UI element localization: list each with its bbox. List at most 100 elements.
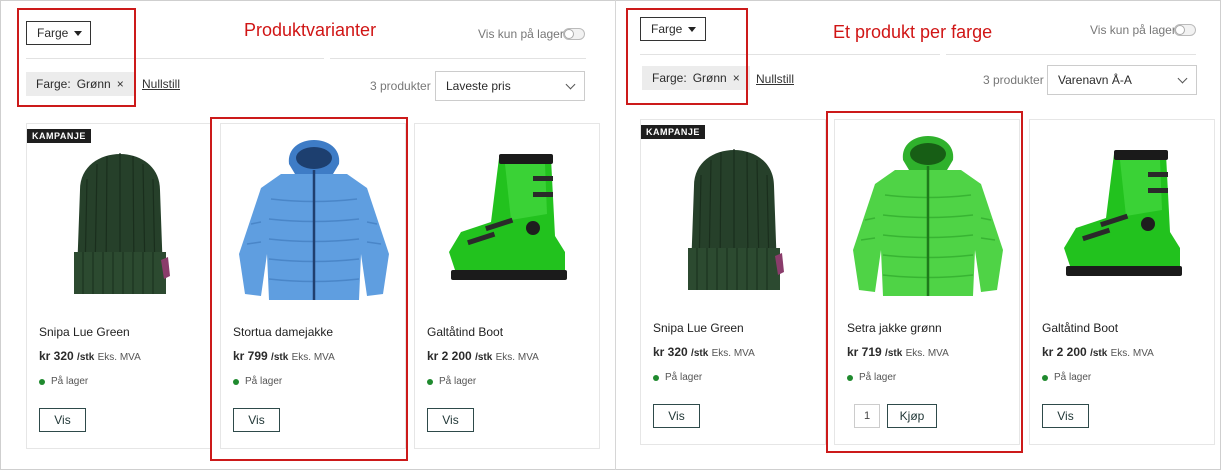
price-vat: Eks. MVA [905, 348, 949, 359]
stock-text: På lager [665, 372, 703, 383]
chevron-down-icon [1177, 73, 1188, 84]
product-price: kr 320 /stk Eks. MVA [39, 349, 141, 363]
product-price: kr 719 /stk Eks. MVA [847, 345, 949, 359]
in-stock-dot-icon [39, 378, 45, 385]
close-icon[interactable]: × [117, 77, 124, 91]
product-name[interactable]: Stortua damejakke [233, 325, 333, 339]
product-card[interactable]: Stortua damejakke kr 799 /stk Eks. MVA P… [220, 123, 406, 449]
product-image[interactable] [835, 120, 1021, 310]
toggle-knob [1175, 25, 1185, 35]
stock-text: På lager [51, 376, 89, 387]
product-price: kr 2 200 /stk Eks. MVA [427, 349, 539, 363]
stock-status: På lager [39, 376, 88, 387]
stock-text: På lager [439, 376, 477, 387]
price-unit: /stk [691, 348, 709, 359]
view-button[interactable]: Vis [653, 404, 700, 428]
filter-divider [946, 54, 1196, 55]
product-name[interactable]: Galtåtind Boot [427, 325, 503, 339]
product-image[interactable] [1030, 120, 1216, 310]
chip-label: Farge: [36, 77, 71, 91]
sort-select[interactable]: Laveste pris [435, 71, 585, 101]
stock-status: På lager [653, 372, 702, 383]
in-stock-dot-icon [653, 374, 659, 381]
product-card[interactable]: KAMPANJE Snipa Lue Green kr 320 /stk Eks… [26, 123, 212, 449]
filter-divider [640, 54, 940, 55]
annotation-title: Produktvarianter [244, 20, 377, 40]
campaign-badge: KAMPANJE [27, 129, 91, 143]
view-button[interactable]: Vis [39, 408, 86, 432]
reset-filters-link[interactable]: Nullstill [142, 77, 180, 91]
panel-one-product-per-color: Farge Et produkt per farge Vis kun på la… [616, 0, 1221, 470]
price-amount: kr 320 [39, 349, 74, 363]
active-filter-chip: Farge: Grønn × [642, 66, 750, 90]
quantity-input[interactable]: 1 [854, 404, 880, 428]
product-image[interactable] [415, 124, 601, 314]
price-vat: Eks. MVA [495, 352, 539, 363]
in-stock-toggle-label: Vis kun på lager [478, 27, 564, 41]
product-image[interactable] [641, 120, 827, 310]
chevron-down-icon [565, 79, 576, 90]
price-vat: Eks. MVA [291, 352, 335, 363]
price-vat: Eks. MVA [1110, 348, 1154, 359]
view-button[interactable]: Vis [1042, 404, 1089, 428]
price-amount: kr 2 200 [1042, 345, 1087, 359]
stock-status: På lager [1042, 372, 1091, 383]
view-button[interactable]: Vis [233, 408, 280, 432]
price-vat: Eks. MVA [711, 348, 755, 359]
color-filter-button[interactable]: Farge [26, 21, 91, 45]
in-stock-dot-icon [427, 378, 433, 385]
product-name[interactable]: Snipa Lue Green [39, 325, 130, 339]
annotation-title: Et produkt per farge [833, 22, 993, 42]
price-amount: kr 2 200 [427, 349, 472, 363]
sort-value: Laveste pris [446, 79, 511, 93]
price-unit: /stk [271, 352, 289, 363]
reset-filters-link[interactable]: Nullstill [756, 72, 794, 86]
product-image[interactable] [221, 124, 407, 314]
stock-status: På lager [847, 372, 896, 383]
price-unit: /stk [885, 348, 903, 359]
in-stock-dot-icon [233, 378, 239, 385]
product-card[interactable]: Galtåtind Boot kr 2 200 /stk Eks. MVA På… [1029, 119, 1215, 445]
sort-select[interactable]: Varenavn Å-A [1047, 65, 1197, 95]
price-unit: /stk [475, 352, 493, 363]
active-filter-chip: Farge: Grønn × [26, 72, 134, 96]
price-amount: kr 719 [847, 345, 882, 359]
caret-down-icon [74, 30, 83, 36]
price-unit: /stk [1090, 348, 1108, 359]
color-filter-button[interactable]: Farge [640, 17, 706, 41]
product-count: 3 produkter [370, 79, 431, 93]
in-stock-toggle[interactable] [1174, 24, 1196, 36]
in-stock-toggle-label: Vis kun på lager [1090, 23, 1176, 37]
product-card[interactable]: Setra jakke grønn kr 719 /stk Eks. MVA P… [834, 119, 1020, 445]
product-image[interactable] [27, 124, 213, 314]
close-icon[interactable]: × [733, 71, 740, 85]
sort-value: Varenavn Å-A [1058, 73, 1132, 87]
stock-status: På lager [233, 376, 282, 387]
product-card[interactable]: KAMPANJE Snipa Lue Green kr 320 /stk Eks… [640, 119, 826, 445]
panel-product-variants: Farge Produktvarianter Vis kun på lager … [0, 0, 615, 470]
product-price: kr 799 /stk Eks. MVA [233, 349, 335, 363]
chip-value: Grønn [76, 77, 111, 91]
view-button[interactable]: Vis [427, 408, 474, 432]
stock-text: På lager [859, 372, 897, 383]
product-card[interactable]: Galtåtind Boot kr 2 200 /stk Eks. MVA På… [414, 123, 600, 449]
buy-button[interactable]: Kjøp [887, 404, 937, 428]
chip-value: Grønn [692, 71, 727, 85]
in-stock-dot-icon [1042, 374, 1048, 381]
campaign-badge: KAMPANJE [641, 125, 705, 139]
in-stock-dot-icon [847, 374, 853, 381]
in-stock-toggle[interactable] [563, 28, 585, 40]
price-vat: Eks. MVA [97, 352, 141, 363]
product-price: kr 320 /stk Eks. MVA [653, 345, 755, 359]
product-count: 3 produkter [983, 73, 1044, 87]
price-unit: /stk [77, 352, 95, 363]
price-amount: kr 320 [653, 345, 688, 359]
product-name[interactable]: Galtåtind Boot [1042, 321, 1118, 335]
stock-text: På lager [245, 376, 283, 387]
product-name[interactable]: Setra jakke grønn [847, 321, 942, 335]
product-name[interactable]: Snipa Lue Green [653, 321, 744, 335]
filter-label: Farge [651, 22, 683, 36]
price-amount: kr 799 [233, 349, 268, 363]
toggle-knob [564, 29, 574, 39]
filter-divider [26, 58, 324, 59]
